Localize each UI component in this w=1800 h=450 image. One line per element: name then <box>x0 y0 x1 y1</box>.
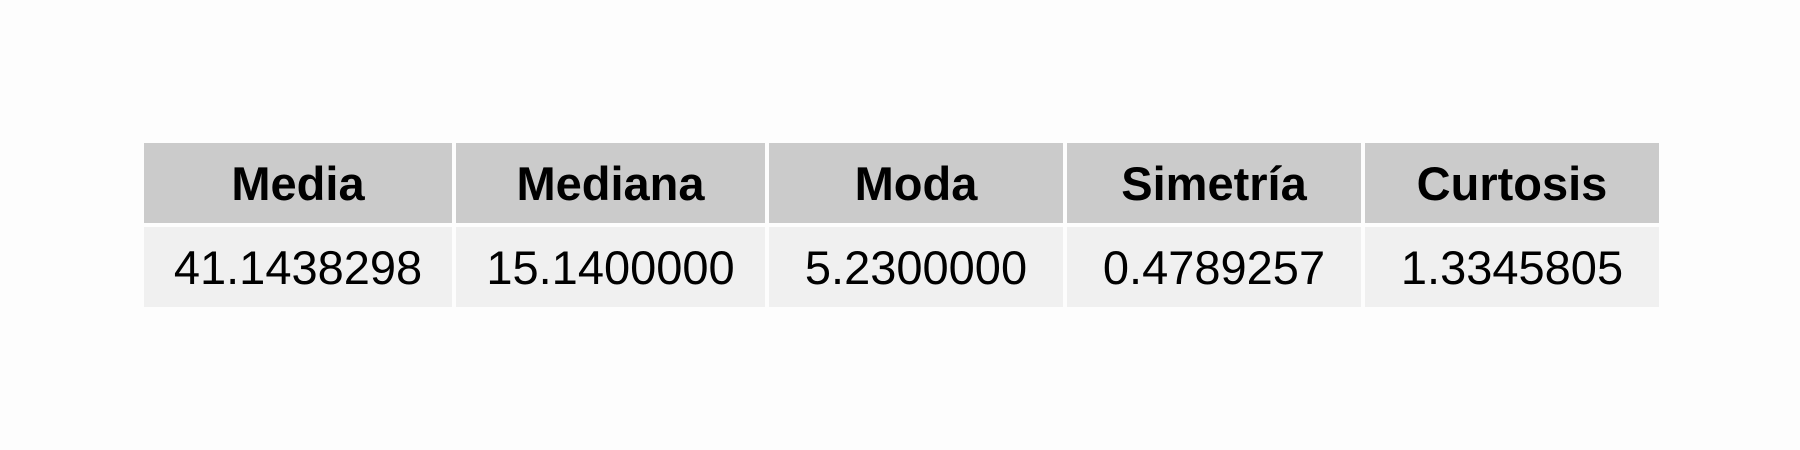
cell-media: 41.1438298 <box>144 227 452 307</box>
header-moda: Moda <box>769 143 1063 223</box>
header-simetria: Simetría <box>1067 143 1361 223</box>
table-row: 41.1438298 15.1400000 5.2300000 0.478925… <box>144 227 1659 307</box>
cell-moda: 5.2300000 <box>769 227 1063 307</box>
cell-simetria: 0.4789257 <box>1067 227 1361 307</box>
cell-mediana: 15.1400000 <box>456 227 765 307</box>
header-row: Media Mediana Moda Simetría Curtosis <box>144 143 1659 223</box>
header-curtosis: Curtosis <box>1365 143 1659 223</box>
header-mediana: Mediana <box>456 143 765 223</box>
cell-curtosis: 1.3345805 <box>1365 227 1659 307</box>
header-media: Media <box>144 143 452 223</box>
statistics-table: Media Mediana Moda Simetría Curtosis 41.… <box>140 139 1663 311</box>
